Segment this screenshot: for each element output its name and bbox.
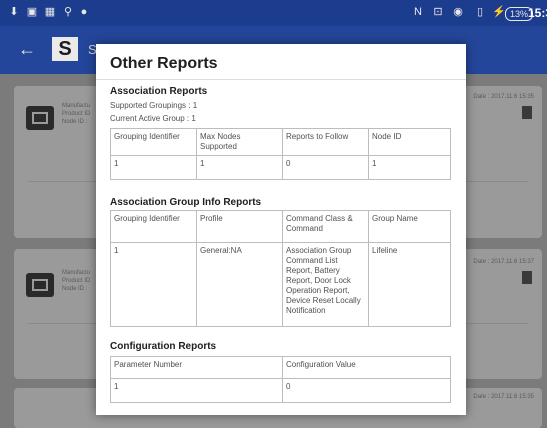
table-cell: 1	[368, 155, 451, 180]
table-row: 1 1 0 1	[110, 155, 451, 180]
table-cell: Association Group Command List Report, B…	[282, 242, 369, 327]
notification-dot-icon: ●	[80, 6, 88, 18]
device-info: Manufactu Product ID Node ID :	[62, 269, 90, 293]
configuration-reports-heading: Configuration Reports	[110, 341, 217, 352]
table-cell: 1	[196, 155, 283, 180]
table-cell: 0	[282, 155, 369, 180]
table-header-row: Parameter Number Configuration Value	[110, 356, 451, 379]
image-icon: ▣	[26, 6, 38, 18]
device-info: Manufactu Product ID Node ID :	[62, 102, 90, 126]
column-header: Max Nodes Supported	[196, 128, 283, 156]
association-table: Grouping Identifier Max Nodes Supported …	[110, 128, 451, 180]
vibrate-icon: ⊡	[433, 6, 443, 18]
app-logo: S	[52, 37, 78, 61]
column-header: Command Class & Command	[282, 210, 369, 243]
column-header: Node ID	[368, 128, 451, 156]
device-manufacturer: Manufactu	[62, 103, 91, 109]
configuration-table: Parameter Number Configuration Value 1 0	[110, 356, 451, 403]
table-cell: General:NA	[196, 242, 283, 327]
usb-icon: ⚲	[63, 6, 73, 18]
table-cell: 1	[110, 242, 197, 327]
table-cell: 1	[110, 378, 283, 403]
table-row: 1 General:NA Association Group Command L…	[110, 242, 451, 327]
table-header-row: Grouping Identifier Profile Command Clas…	[110, 210, 451, 243]
device-product-id: Product ID	[62, 111, 91, 117]
current-active-group: Current Active Group : 1	[110, 114, 196, 123]
column-header: Reports to Follow	[282, 128, 369, 156]
column-header: Parameter Number	[110, 356, 283, 379]
device-date: Date : 2017.11.6 15:37	[473, 259, 534, 265]
device-date: Date : 2017.11.6 15:35	[473, 94, 534, 100]
download-icon: ⬇	[9, 6, 19, 18]
association-group-info-table: Grouping Identifier Profile Command Clas…	[110, 210, 451, 327]
supported-groupings: Supported Groupings : 1	[110, 101, 198, 110]
table-cell: 0	[282, 378, 451, 403]
column-header: Profile	[196, 210, 283, 243]
nfc-icon: N	[414, 6, 422, 18]
table-row: 1 0	[110, 378, 451, 403]
column-header: Grouping Identifier	[110, 128, 197, 156]
device-icon	[26, 106, 54, 130]
wifi-icon: ◉	[453, 6, 463, 18]
device-node-id: Node ID :	[62, 119, 88, 125]
table-cell: 1	[110, 155, 197, 180]
table-cell: Lifeline	[368, 242, 451, 327]
charging-icon: ⚡	[492, 6, 506, 18]
title-divider	[96, 79, 466, 80]
table-header-row: Grouping Identifier Max Nodes Supported …	[110, 128, 451, 156]
column-header: Grouping Identifier	[110, 210, 197, 243]
document-icon[interactable]	[522, 106, 532, 119]
clock: 15:37	[528, 6, 547, 20]
device-node-id: Node ID :	[62, 286, 88, 292]
device-date: Date : 2017.11.6 15:35	[473, 394, 534, 400]
device-icon	[26, 273, 54, 297]
association-group-info-heading: Association Group Info Reports	[110, 197, 262, 208]
photo-icon: ▦	[44, 6, 56, 18]
document-icon[interactable]	[522, 271, 532, 284]
device-manufacturer: Manufactu	[62, 270, 91, 276]
association-reports-heading: Association Reports	[110, 86, 208, 97]
sim-icon: ▯	[476, 6, 484, 18]
device-product-id: Product ID	[62, 278, 91, 284]
column-header: Group Name	[368, 210, 451, 243]
column-header: Configuration Value	[282, 356, 451, 379]
dialog-title: Other Reports	[110, 55, 218, 72]
status-bar: ⬇ ▣ ▦ ⚲ ● N ⊡ ◉ ▯ ⚡ 13% 15:37	[0, 0, 547, 26]
back-arrow-icon[interactable]: ←	[18, 40, 36, 58]
other-reports-dialog: Other Reports Association Reports Suppor…	[96, 44, 466, 415]
